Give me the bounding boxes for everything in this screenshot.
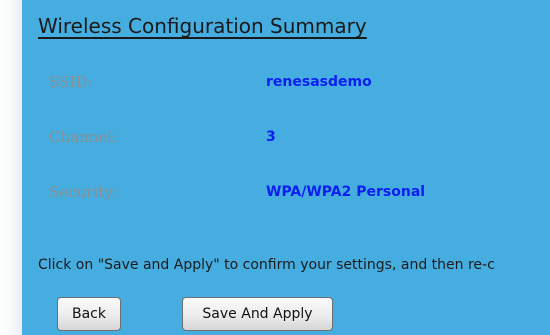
ssid-label: SSID:	[49, 73, 93, 91]
security-label: Security:	[49, 183, 118, 201]
back-button[interactable]: Back	[57, 297, 121, 331]
left-edge-strip	[0, 0, 22, 335]
page-title: Wireless Configuration Summary	[38, 14, 367, 38]
instruction-text: Click on "Save and Apply" to confirm you…	[38, 257, 495, 273]
security-value: WPA/WPA2 Personal	[266, 184, 426, 200]
wireless-summary-panel: Wireless Configuration Summary SSID: ren…	[22, 0, 550, 335]
channel-value: 3	[266, 129, 276, 145]
page: Wireless Configuration Summary SSID: ren…	[0, 0, 550, 335]
save-and-apply-button[interactable]: Save And Apply	[182, 297, 333, 331]
channel-label: Channel:	[49, 128, 118, 146]
ssid-value: renesasdemo	[266, 74, 372, 90]
